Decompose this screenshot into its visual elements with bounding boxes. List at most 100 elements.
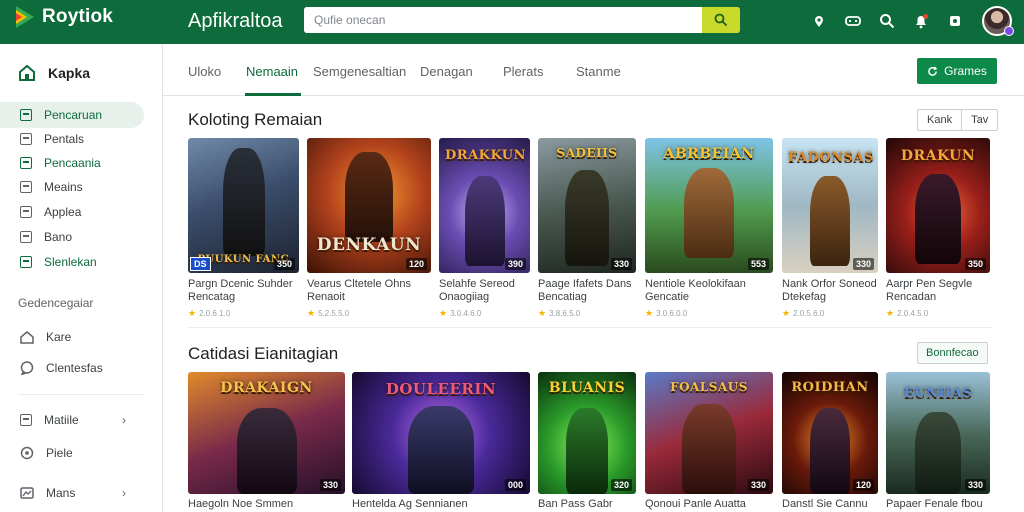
card-title-line2: Renaoit [307,291,345,303]
tab-semgenesaltian[interactable]: Semgenesaltian [313,64,406,79]
cover-count: 330 [319,479,341,491]
cover-count: 390 [504,258,526,270]
tab-bar: Uloko Nemaain Semgenesaltian Denagan Ple… [163,44,1024,96]
tab-uloko[interactable]: Uloko [188,64,221,79]
card-title: Vearus Cltetele Ohns Renaoit [307,278,431,304]
game-cover: Denkaun 120 [307,138,431,273]
section-pill[interactable]: Bonnfecao [917,342,988,364]
sidebar-subheading: Gedencegaiar [18,296,94,310]
search-top-icon[interactable] [870,4,904,38]
top-icons [802,4,1014,38]
sidebar-item-matiile[interactable]: Matiile › [0,407,144,433]
cover-count: 120 [852,479,874,491]
brand-name: Roytiok [42,6,114,27]
sidebar-item-pentals[interactable]: Pentals [0,126,144,152]
sidebar-heading-label: Kapka [48,65,91,81]
list-icon [20,133,32,145]
card-rating: ★ 2.0.6.1.0 [188,308,230,319]
card-title: Pargn Dcenic Suhder Rencatag [188,278,300,304]
cover-title: Drakkun [445,148,527,163]
notification-icon[interactable] [904,4,938,38]
tab-nemaain[interactable]: Nemaain [246,64,298,79]
sidebar-item-slenlekan[interactable]: Slenlekan [0,249,144,275]
location-icon[interactable] [802,4,836,38]
user-avatar[interactable] [982,6,1014,36]
sidebar-item-label: Mans [46,486,76,500]
sidebar-item-kare[interactable]: Kare [0,324,144,350]
game-cover: Roidhan 120 [782,372,878,494]
sidebar-item-label: Meains [44,180,83,194]
rating-value: 3.0.6.0.0 [656,309,688,318]
grames-button[interactable]: Grames [917,58,997,84]
list-icon [20,414,32,426]
tab-stanme[interactable]: Stanme [576,64,621,79]
sidebar-item-label: Piele [46,446,73,460]
sidebar-item-mans[interactable]: Mans › [0,480,144,506]
section-title: Catidasi Eianitagian [188,344,339,363]
tab-denagan[interactable]: Denagan [420,64,473,79]
card-title-line2: Bencatiag [538,291,587,303]
card-title-line2: Onaogiiag [439,291,490,303]
list-icon [20,206,32,218]
card-rating: ★ 3.0.4.6.0 [439,308,481,319]
card-title-line2: Dtekefag [782,291,827,303]
card-rating: ★ 2.0.4.5.0 [886,308,928,319]
card-title: Haegoln Noe Smmen [188,498,294,510]
sidebar-item-piele[interactable]: Piele [0,440,144,466]
list-icon [20,109,32,121]
sidebar-item-meains[interactable]: Meains [0,174,144,200]
sidebar-item-label: Matiile [44,413,79,427]
cover-title: Foalsaus [670,380,748,394]
card-title: Nentiole Keolokifaan Gencatie [645,278,775,304]
star-icon: ★ [439,308,448,318]
puzzle-icon[interactable] [938,4,972,38]
cover-badge: DS [190,257,211,271]
sidebar-item-pencaruan[interactable]: Pencaruan [0,102,144,128]
location-pin-icon [20,446,34,460]
card-title-line1: Selahfe Sereod [439,278,515,290]
pill-tav[interactable]: Tav [961,110,997,130]
sidebar-divider [18,394,145,395]
card-title: Papaer Fenale fbou [886,498,983,510]
cover-title: Sadeiis [556,146,618,160]
home-icon [19,64,35,81]
card-title-line1: Aarpr Pen Segvle [886,278,973,290]
cover-count: 120 [405,258,427,270]
card-title: Selahfe Sereod Onaogiiag [439,278,534,304]
sidebar-item-applea[interactable]: Applea [0,199,144,225]
sidebar-item-bano[interactable]: Bano [0,224,144,250]
sidebar-item-label: Pencaruan [44,108,103,122]
game-cover: Abrbeian 553 [645,138,773,273]
pill-kank[interactable]: Kank [918,110,961,130]
card-title-line2: Gencatie [645,291,690,303]
card-title: Qonoui Panle Auatta [645,498,746,510]
card-title-line1: Nank Orfor Soneod [782,278,877,290]
game-cover: Douleerin 000 [352,372,530,494]
avatar-status-dot [1004,26,1014,36]
tab-plerats[interactable]: Plerats [503,64,543,79]
home-outline-icon [20,331,34,344]
sidebar-item-label: Pencaania [44,156,101,170]
game-cover: Drakkun 390 [439,138,530,273]
game-cover: Puukun fang DS 350 [188,138,299,273]
cover-count: 330 [747,479,769,491]
search-button[interactable] [702,7,740,33]
cover-count: 553 [747,258,769,270]
sidebar-item-pencaania[interactable]: Pencaania [0,150,144,176]
sidebar-heading[interactable]: Kapka [18,64,90,82]
rating-value: 3.8.6.5.0 [549,309,581,318]
search-input[interactable] [304,7,702,33]
card-title-line2: Rencatag [188,291,236,303]
card-title-line1: Nentiole Keolokifaan [645,278,746,290]
cover-count: 330 [852,258,874,270]
brand[interactable]: Roytiok [14,6,113,28]
refresh-icon [928,65,938,76]
active-tab-indicator [245,93,301,96]
list-icon [20,181,32,193]
sidebar-item-label: Bano [44,230,73,244]
cover-title: Fadonsas [788,150,874,165]
sidebar-item-clentesfas[interactable]: Clentesfas [0,355,144,381]
cover-title: Denkaun [316,235,422,255]
cover-title: Roidhan [791,380,869,395]
gamepad-icon[interactable] [836,4,870,38]
